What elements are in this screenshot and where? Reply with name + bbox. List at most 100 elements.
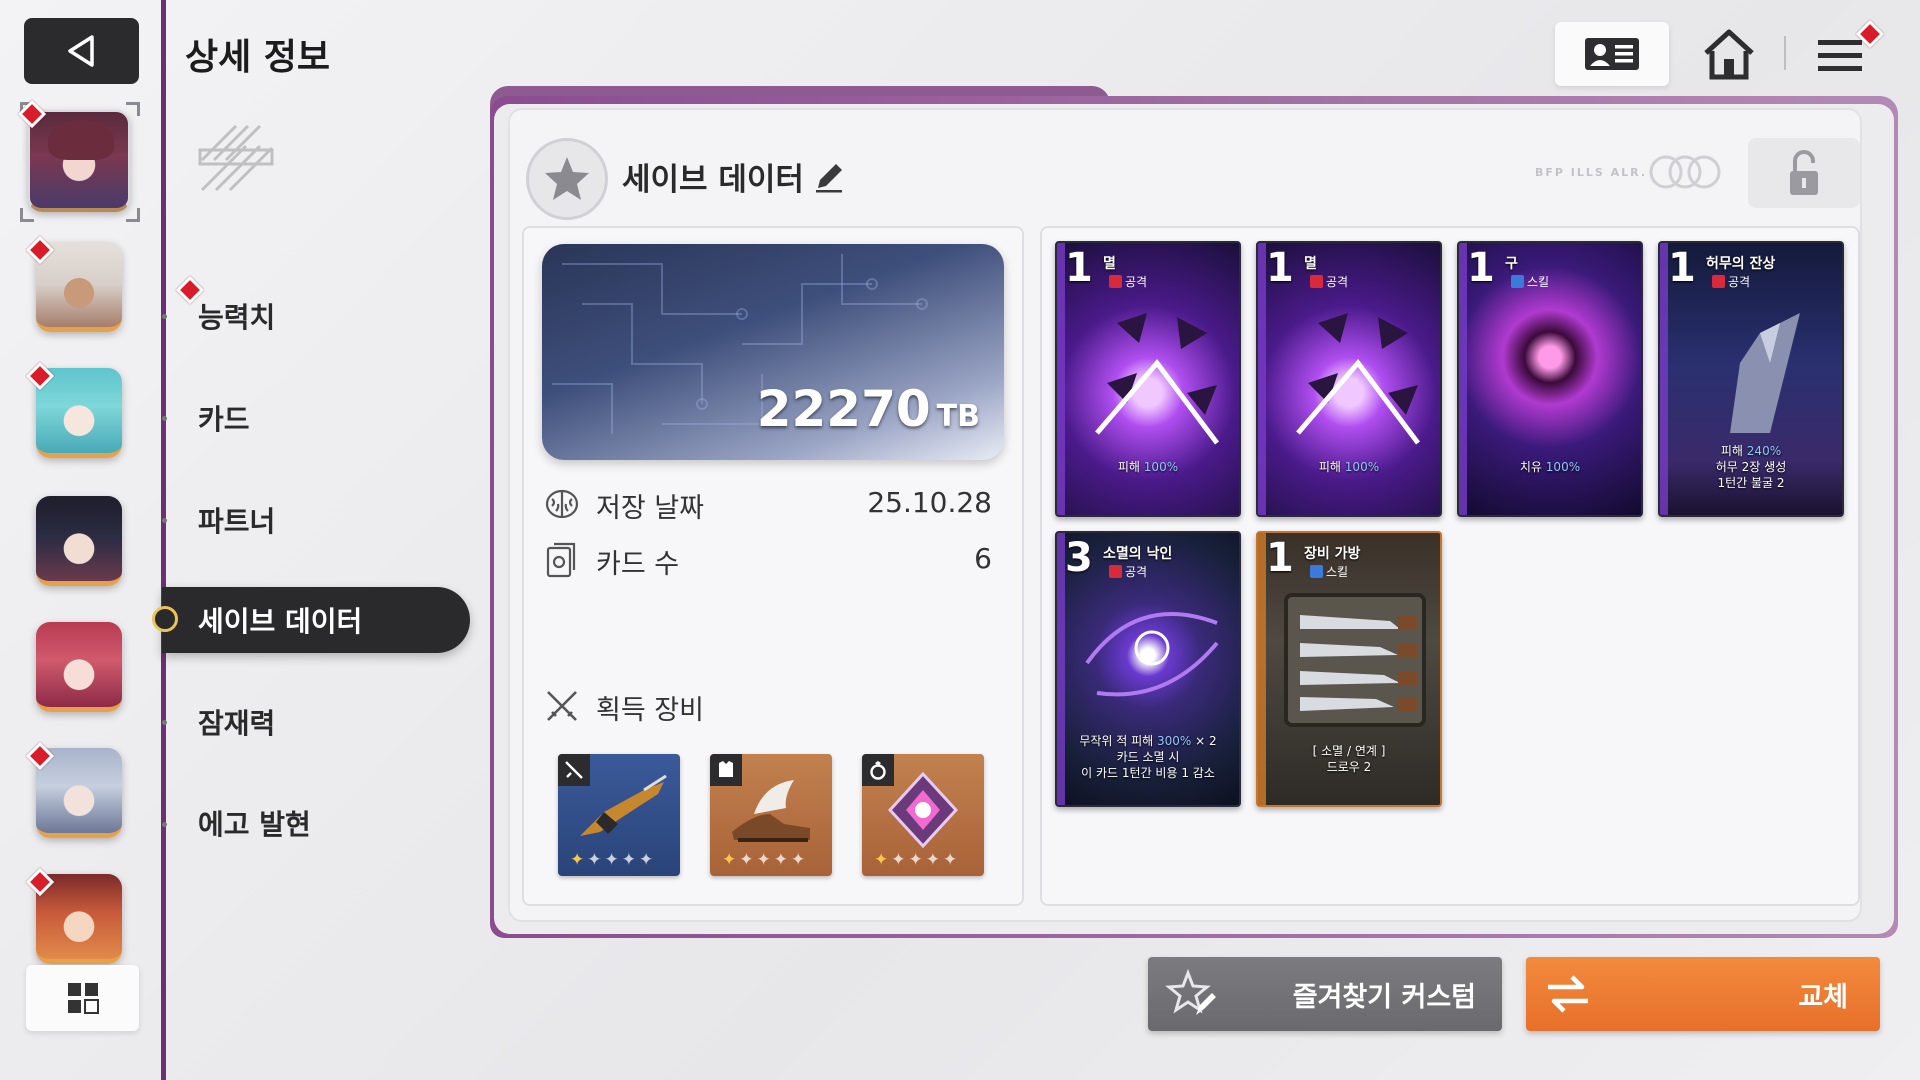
card-description-line: 드로우 2: [1326, 760, 1372, 774]
menu-item-save-data-label: 세이브 데이터: [198, 605, 363, 638]
card-type: 공격: [1109, 563, 1147, 580]
emblem-logo: [198, 124, 274, 192]
deck-card[interactable]: 1 장비 가방 스킬 [ 소멸 / 연계 ] 드로우 2: [1256, 531, 1442, 807]
card-type: 스킬: [1511, 273, 1549, 290]
character-portrait-3[interactable]: [36, 368, 122, 458]
card-description: 피해 100%: [1318, 460, 1380, 474]
menu-bullet: [162, 518, 167, 523]
star-icon: [545, 157, 589, 200]
card-art-shatter: [1296, 313, 1420, 445]
character-portrait-6[interactable]: [36, 748, 122, 838]
view-all-button[interactable]: [26, 965, 139, 1031]
equipment-slot-armor[interactable]: ✦✦✦✦✦: [710, 754, 832, 876]
back-button[interactable]: [24, 18, 139, 84]
menu-item-potential[interactable]: 잠재력: [198, 702, 275, 742]
menu-item-ego[interactable]: 에고 발현: [198, 803, 311, 843]
menu-item-stats[interactable]: 능력치: [198, 296, 275, 336]
card-cost: 1: [1266, 535, 1294, 581]
card-name: 멸: [1103, 256, 1116, 272]
card-art-knife-case: [1284, 593, 1426, 727]
brain-icon: [545, 489, 579, 519]
equipment-slot-weapon[interactable]: ✦✦✦✦✦: [558, 754, 680, 876]
crossed-swords-icon: [547, 691, 577, 721]
card-description: 피해 100%: [1117, 460, 1179, 474]
card-art-vortex: [1085, 612, 1219, 697]
card-art-shatter: [1095, 313, 1219, 445]
card-cost: 1: [1467, 245, 1495, 291]
character-portrait-2[interactable]: [36, 242, 122, 332]
card-type: 공격: [1310, 273, 1348, 290]
equipment-slot-ring[interactable]: ✦✦✦✦✦: [862, 754, 984, 876]
card-type: 스킬: [1310, 563, 1348, 580]
back-arrow-icon: [67, 35, 94, 67]
weapon-slot-icon: [558, 754, 590, 786]
tb-value: 22270 TB: [756, 380, 980, 438]
selection-frame-corner: [126, 102, 140, 116]
menu-bullet: [162, 416, 167, 421]
ring-slot-icon: [862, 754, 894, 786]
card-description-line: 이 카드 1턴간 비용 1 감소: [1081, 766, 1215, 780]
card-description: 치유 100%: [1519, 460, 1581, 474]
rings-decoration-icon: [1649, 155, 1721, 189]
deck-card[interactable]: 1 허무의 잔상 공격 피해 240% 허무 2장 생성 1턴간 불굴 2: [1658, 241, 1844, 517]
character-portrait-7[interactable]: [36, 874, 122, 964]
character-portrait-1[interactable]: [28, 110, 130, 212]
card-cost: 3: [1065, 535, 1093, 581]
chestplate-icon: [719, 761, 733, 777]
decorative-text: BFP ILLS ALR.: [1535, 166, 1648, 179]
card-art-armored-hand: [1730, 313, 1800, 433]
unlock-icon: [1790, 150, 1818, 195]
edit-pencil-icon[interactable]: [812, 160, 846, 194]
card-description-line: 허무 2장 생성: [1715, 460, 1787, 474]
ring-icon: [870, 761, 886, 780]
card-description-line: 카드 소멸 시: [1116, 750, 1180, 764]
home-icon: [1704, 29, 1754, 80]
favorite-custom-button[interactable]: 즐겨찾기 커스텀: [1148, 957, 1502, 1031]
swap-button[interactable]: 교체: [1526, 957, 1880, 1031]
card-count-icon: [546, 542, 576, 578]
profile-button[interactable]: [1555, 22, 1669, 86]
card-name: 소멸의 낙인: [1103, 546, 1173, 562]
page-title: 상세 정보: [185, 37, 331, 78]
card-type: 공격: [1712, 273, 1750, 290]
menu-bullet: [162, 314, 167, 319]
skill-type-icon: [1310, 565, 1323, 578]
lock-button[interactable]: [1748, 138, 1860, 208]
swap-label: 교체: [1798, 982, 1848, 1013]
active-indicator-icon: [152, 606, 178, 632]
card-count-value: 6: [974, 542, 992, 575]
skill-type-icon: [1511, 275, 1524, 288]
menu-item-cards[interactable]: 카드: [198, 398, 250, 438]
character-portrait-4[interactable]: [36, 496, 122, 586]
attack-type-icon: [1109, 565, 1122, 578]
equipment-label: 획득 장비: [596, 695, 704, 726]
deck-card[interactable]: 1 멸 공격 피해 100%: [1055, 241, 1241, 517]
id-card-icon: [1585, 38, 1639, 70]
save-date-label: 저장 날짜: [596, 493, 704, 524]
equipment-stars: ✦✦✦✦✦: [722, 850, 809, 870]
card-description-line: [ 소멸 / 연계 ]: [1312, 744, 1386, 758]
hamburger-menu-icon: [1818, 40, 1862, 71]
tb-score-card: 22270 TB: [542, 244, 1004, 460]
card-cost: 1: [1668, 245, 1696, 291]
card-count-label: 카드 수: [596, 549, 680, 580]
portrait-hair: [48, 120, 114, 160]
deck-card[interactable]: 1 멸 공격 피해 100%: [1256, 241, 1442, 517]
save-date-value: 25.10.28: [867, 486, 992, 519]
deck-card[interactable]: 3 소멸의 낙인 공격 무작위 적 피해 300% × 2 카드 소멸 시 이 …: [1055, 531, 1241, 807]
home-button[interactable]: [1697, 24, 1761, 84]
menu-bullet: [162, 822, 167, 827]
attack-type-icon: [1712, 275, 1725, 288]
card-description-line: 1턴간 불굴 2: [1717, 476, 1785, 490]
menu-item-partner[interactable]: 파트너: [198, 500, 275, 540]
toolbar-divider: [1784, 36, 1786, 70]
swap-arrows-icon: [1548, 975, 1588, 1013]
card-name: 구: [1505, 256, 1518, 272]
rank-badge: [526, 138, 608, 220]
character-portrait-5[interactable]: [36, 622, 122, 712]
card-description-line: 피해 240%: [1720, 444, 1782, 458]
rail-divider: [161, 0, 166, 1080]
deck-card[interactable]: 1 구 스킬 치유 100%: [1457, 241, 1643, 517]
equipment-stars: ✦✦✦✦✦: [874, 850, 961, 870]
card-type: 공격: [1109, 273, 1147, 290]
